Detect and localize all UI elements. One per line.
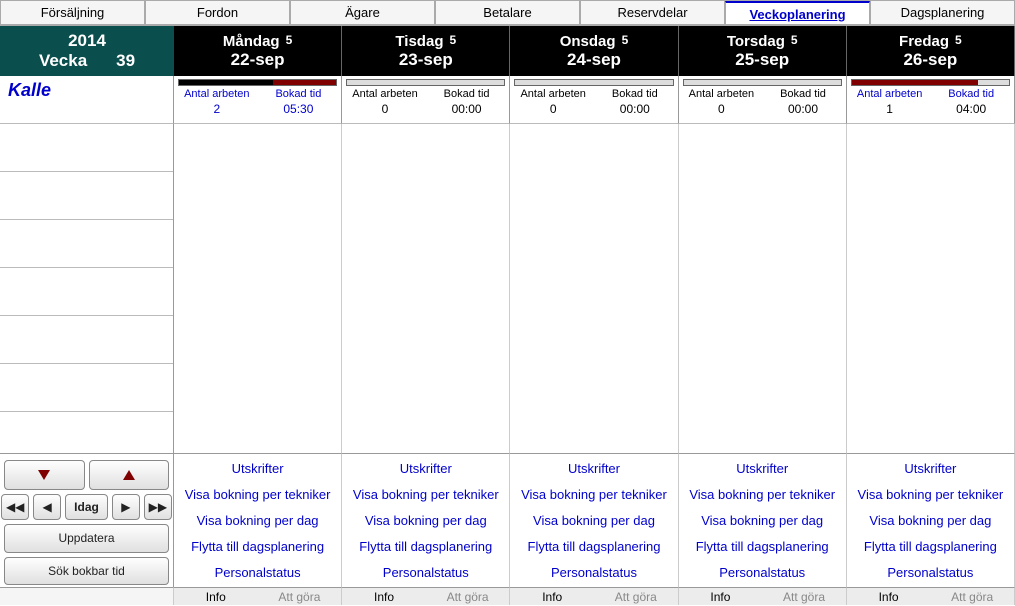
menu-by-tech[interactable]: Visa bokning per tekniker (342, 485, 509, 504)
menu-print[interactable]: Utskrifter (679, 459, 846, 478)
menu-status[interactable]: Personalstatus (847, 563, 1014, 582)
day-body-thu[interactable] (679, 124, 847, 453)
menu-by-day[interactable]: Visa bokning per dag (174, 511, 341, 530)
double-right-icon: ▶▶ (149, 500, 167, 514)
menu-move-day[interactable]: Flytta till dagsplanering (847, 537, 1014, 556)
menu-by-tech[interactable]: Visa bokning per tekniker (510, 485, 677, 504)
menu-status[interactable]: Personalstatus (174, 563, 341, 582)
day-header-tue: Tisdag5 23-sep (342, 26, 510, 76)
menu-print[interactable]: Utskrifter (174, 459, 341, 478)
menu-status[interactable]: Personalstatus (510, 563, 677, 582)
refresh-button[interactable]: Uppdatera (4, 524, 169, 553)
menu-print[interactable]: Utskrifter (510, 459, 677, 478)
menu-move-day[interactable]: Flytta till dagsplanering (679, 537, 846, 556)
scroll-down-button[interactable] (4, 460, 85, 490)
menu-move-day[interactable]: Flytta till dagsplanering (174, 537, 341, 556)
day-stats-fri[interactable]: Antal arbetenBokad tid 104:00 (847, 76, 1015, 124)
menu-by-tech[interactable]: Visa bokning per tekniker (847, 485, 1014, 504)
week-number: 39 (116, 51, 135, 70)
tab-weekplanning[interactable]: Veckoplanering (725, 1, 870, 25)
tab-payer[interactable]: Betalare (435, 1, 580, 25)
menu-by-day[interactable]: Visa bokning per dag (510, 511, 677, 530)
footer-todo[interactable]: Att göra (594, 588, 678, 605)
first-week-button[interactable]: ◀◀ (1, 494, 29, 520)
footer-wed: Info Att göra (510, 587, 678, 605)
day-body-tue[interactable] (342, 124, 510, 453)
arrow-left-icon: ◀ (43, 500, 52, 514)
day-stats-tue[interactable]: Antal arbetenBokad tid 000:00 (342, 76, 510, 124)
menu-move-day[interactable]: Flytta till dagsplanering (342, 537, 509, 556)
footer-fri: Info Att göra (847, 587, 1015, 605)
top-tabs: Försäljning Fordon Ägare Betalare Reserv… (0, 0, 1015, 26)
day-body-mon[interactable] (174, 124, 342, 453)
day-menu-mon: Utskrifter Visa bokning per tekniker Vis… (174, 453, 342, 587)
footer-info[interactable]: Info (679, 588, 763, 605)
week-label: Vecka (39, 51, 87, 70)
list-row[interactable] (0, 220, 173, 268)
prev-week-button[interactable]: ◀ (33, 494, 61, 520)
week-box: 2014 Vecka 39 (0, 26, 174, 76)
menu-by-tech[interactable]: Visa bokning per tekniker (679, 485, 846, 504)
tab-vehicle[interactable]: Fordon (145, 1, 290, 25)
last-week-button[interactable]: ▶▶ (144, 494, 172, 520)
tab-sales[interactable]: Försäljning (0, 1, 145, 25)
day-menu-fri: Utskrifter Visa bokning per tekniker Vis… (847, 453, 1015, 587)
footer-mon: Info Att göra (174, 587, 342, 605)
footer-info[interactable]: Info (174, 588, 258, 605)
menu-status[interactable]: Personalstatus (679, 563, 846, 582)
footer-info[interactable]: Info (847, 588, 931, 605)
footer-left (0, 587, 174, 605)
footer-tue: Info Att göra (342, 587, 510, 605)
list-row[interactable] (0, 316, 173, 364)
day-body-fri[interactable] (847, 124, 1015, 453)
technician-list (0, 124, 174, 453)
scroll-up-button[interactable] (89, 460, 170, 490)
menu-by-day[interactable]: Visa bokning per dag (342, 511, 509, 530)
day-menu-wed: Utskrifter Visa bokning per tekniker Vis… (510, 453, 678, 587)
year-label: 2014 (0, 31, 174, 51)
day-menu-thu: Utskrifter Visa bokning per tekniker Vis… (679, 453, 847, 587)
menu-by-day[interactable]: Visa bokning per dag (847, 511, 1014, 530)
arrow-up-icon (123, 470, 135, 480)
day-stats-wed[interactable]: Antal arbetenBokad tid 000:00 (510, 76, 678, 124)
tab-owner[interactable]: Ägare (290, 1, 435, 25)
day-body-wed[interactable] (510, 124, 678, 453)
day-stats-thu[interactable]: Antal arbetenBokad tid 000:00 (679, 76, 847, 124)
day-header-fri: Fredag5 26-sep (847, 26, 1015, 76)
footer-thu: Info Att göra (679, 587, 847, 605)
footer-info[interactable]: Info (342, 588, 426, 605)
tab-parts[interactable]: Reservdelar (580, 1, 725, 25)
list-row[interactable] (0, 172, 173, 220)
arrow-right-icon: ▶ (121, 500, 130, 514)
day-stats-mon[interactable]: Antal arbetenBokad tid 205:30 (174, 76, 342, 124)
technician-name: Kalle (0, 76, 174, 124)
menu-by-day[interactable]: Visa bokning per dag (679, 511, 846, 530)
nav-panel: ◀◀ ◀ Idag ▶ ▶▶ Uppdatera Sök bokbar tid (0, 453, 174, 587)
menu-status[interactable]: Personalstatus (342, 563, 509, 582)
footer-todo[interactable]: Att göra (426, 588, 510, 605)
footer-todo[interactable]: Att göra (930, 588, 1014, 605)
day-header-thu: Torsdag5 25-sep (679, 26, 847, 76)
menu-by-tech[interactable]: Visa bokning per tekniker (174, 485, 341, 504)
menu-move-day[interactable]: Flytta till dagsplanering (510, 537, 677, 556)
today-button[interactable]: Idag (65, 494, 108, 520)
day-header-mon: Måndag5 22-sep (174, 26, 342, 76)
list-row[interactable] (0, 124, 173, 172)
search-time-button[interactable]: Sök bokbar tid (4, 557, 169, 586)
double-left-icon: ◀◀ (6, 500, 24, 514)
footer-info[interactable]: Info (510, 588, 594, 605)
tab-dayplanning[interactable]: Dagsplanering (870, 1, 1015, 25)
arrow-down-icon (38, 470, 50, 480)
footer-todo[interactable]: Att göra (762, 588, 846, 605)
menu-print[interactable]: Utskrifter (342, 459, 509, 478)
day-menu-tue: Utskrifter Visa bokning per tekniker Vis… (342, 453, 510, 587)
next-week-button[interactable]: ▶ (112, 494, 140, 520)
day-header-wed: Onsdag5 24-sep (510, 26, 678, 76)
menu-print[interactable]: Utskrifter (847, 459, 1014, 478)
list-row[interactable] (0, 364, 173, 412)
footer-todo[interactable]: Att göra (258, 588, 342, 605)
list-row[interactable] (0, 268, 173, 316)
